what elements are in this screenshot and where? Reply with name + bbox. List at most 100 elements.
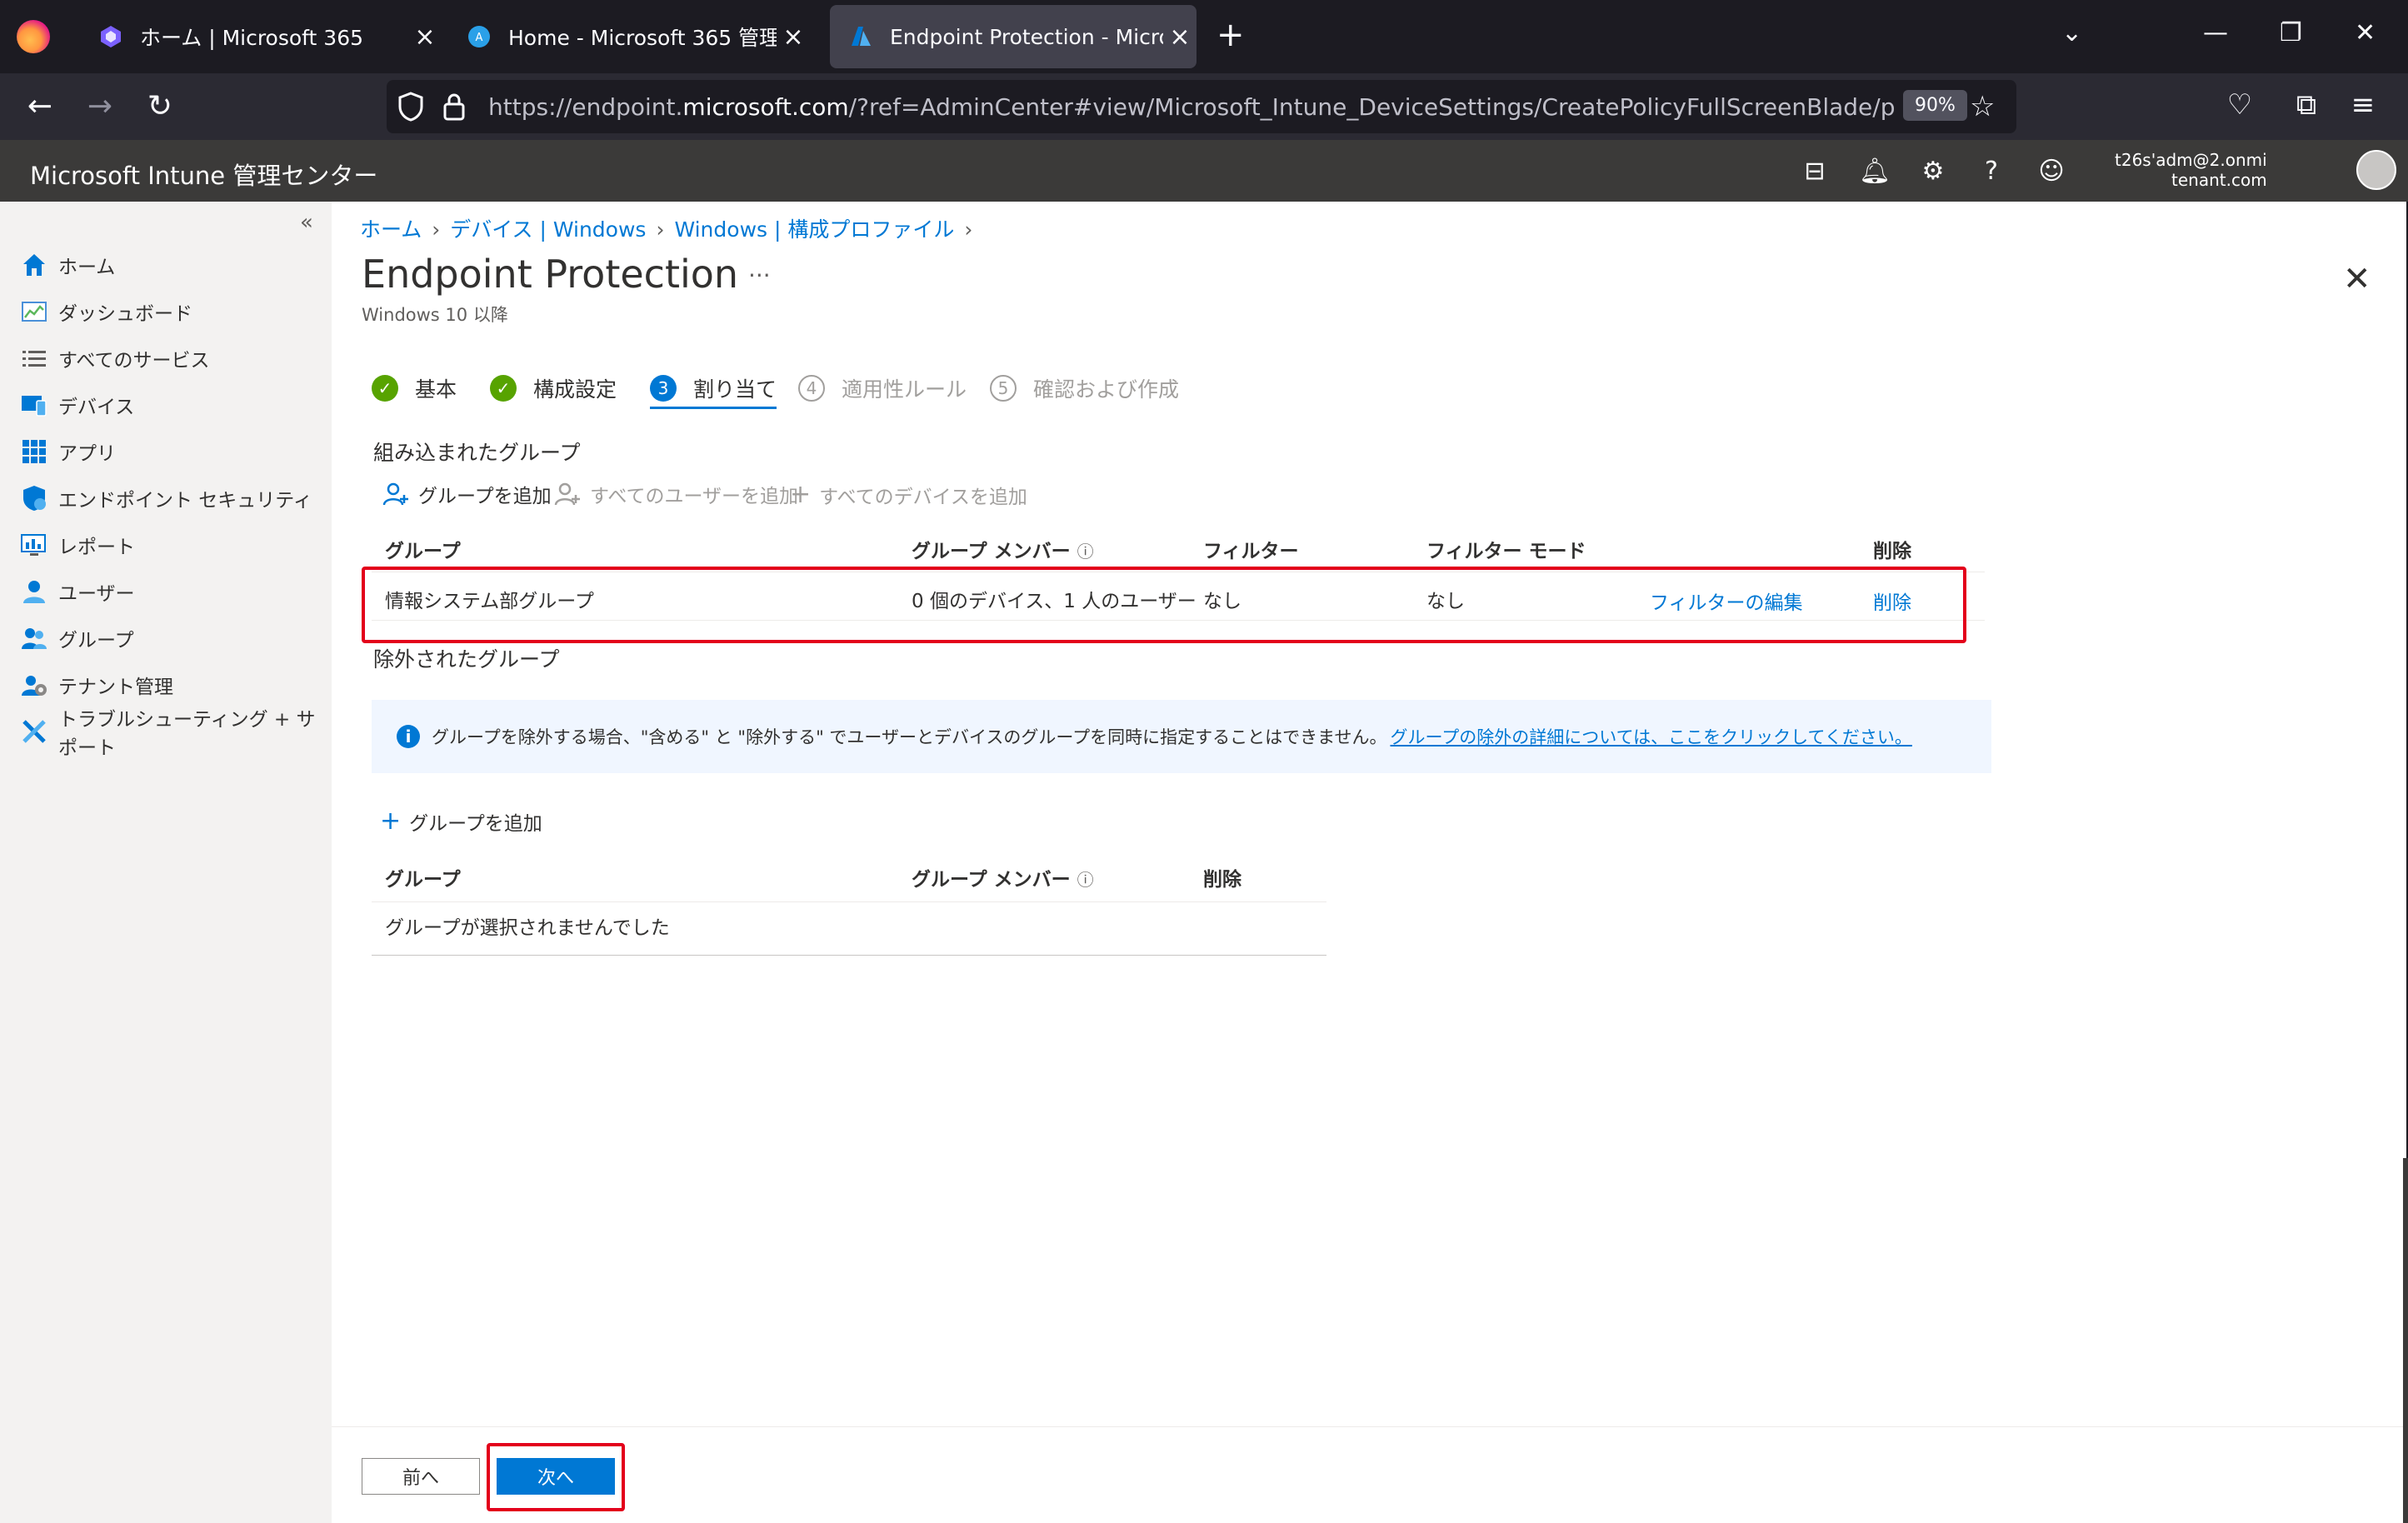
column-header-group[interactable]: グループ (385, 535, 461, 563)
highlight-box (362, 567, 1966, 643)
tab-title: Endpoint Protection - Microsoft (890, 24, 1163, 49)
avatar[interactable] (2356, 150, 2396, 190)
info-icon[interactable]: ⓘ (1077, 870, 1094, 890)
close-window-button[interactable]: ✕ (2355, 18, 2376, 47)
user-icon (23, 581, 45, 603)
plus-icon: + (790, 480, 812, 509)
step-number: 4 (798, 375, 825, 402)
url-text[interactable]: https://endpoint.microsoft.com/?ref=Admi… (488, 93, 1896, 121)
feedback-icon[interactable]: ☺ (2035, 155, 2068, 188)
lock-icon[interactable] (442, 92, 467, 122)
bookmark-star-icon[interactable]: ☆ (1970, 90, 1995, 123)
breadcrumb-home[interactable]: ホーム (360, 217, 422, 242)
close-icon[interactable]: ✕ (2343, 260, 2371, 298)
step-assignments[interactable]: 3 割り当て (650, 373, 777, 409)
feedback-portal-icon[interactable]: ⊟ (1798, 155, 1831, 188)
info-icon[interactable]: ⓘ (1077, 542, 1094, 562)
scrollbar[interactable] (2403, 1158, 2408, 1523)
more-options-icon[interactable]: ··· (748, 262, 771, 289)
account-info[interactable]: t26s'adm@2.onmi tenant.com (2115, 150, 2267, 190)
breadcrumb-config-profiles[interactable]: Windows | 構成プロファイル (674, 217, 954, 242)
divider (372, 901, 1326, 902)
group-icon (22, 628, 47, 649)
menu-icon[interactable]: ≡ (2345, 88, 2381, 122)
step-applicability-rules[interactable]: 4 適用性ルール (798, 373, 967, 403)
step-basics[interactable]: ✓ 基本 (372, 373, 457, 403)
sidebar-item-home[interactable]: ホーム (20, 247, 115, 283)
maximize-button[interactable]: ❐ (2280, 18, 2302, 47)
app-name[interactable]: Microsoft Intune 管理センター (30, 157, 377, 192)
divider (372, 955, 1326, 956)
column-header-remove[interactable]: 削除 (1873, 535, 1911, 563)
report-icon (21, 534, 46, 556)
exclusion-details-link[interactable]: グループの除外の詳細については、ここをクリックしてください。 (1390, 724, 1911, 749)
pocket-icon[interactable]: ♡ (2221, 88, 2258, 122)
step-review-create[interactable]: 5 確認および作成 (990, 373, 1179, 403)
sidebar-item-tenant-admin[interactable]: テナント管理 (20, 667, 173, 703)
help-icon[interactable]: ? (1975, 155, 2008, 188)
svg-text:A: A (476, 32, 483, 44)
tab-admin-center[interactable]: A Home - Microsoft 365 管理セン × (448, 5, 810, 68)
tab-microsoft-365[interactable]: ホーム | Microsoft 365 × (80, 5, 442, 68)
page-subtitle: Windows 10 以降 (362, 305, 508, 325)
back-icon[interactable]: ← (22, 88, 58, 125)
add-excluded-group-button[interactable]: + グループを追加 (380, 806, 542, 836)
column-header-filter[interactable]: フィルター (1203, 535, 1299, 563)
add-all-users-button[interactable]: すべてのユーザーを追加 (553, 480, 798, 508)
home-icon (23, 254, 45, 276)
wrench-icon (22, 720, 46, 743)
dashboard-icon (22, 302, 47, 322)
sidebar-item-dashboard[interactable]: ダッシュボード (20, 293, 192, 330)
previous-button[interactable]: 前へ (362, 1458, 480, 1495)
step-config-settings[interactable]: ✓ 構成設定 (490, 373, 617, 403)
sidebar-item-users[interactable]: ユーザー (20, 573, 135, 610)
add-group-button[interactable]: グループを追加 (382, 480, 552, 508)
sidebar-item-devices[interactable]: デバイス (20, 387, 134, 423)
column-header-members[interactable]: グループ メンバー ⓘ (912, 535, 1094, 563)
bell-icon[interactable]: 🔔︎ (1858, 155, 1891, 188)
chevron-right-icon: › (656, 217, 665, 242)
sidebar-item-reports[interactable]: レポート (20, 527, 135, 563)
sidebar-item-all-services[interactable]: すべてのサービス (20, 340, 209, 377)
reload-icon[interactable]: ↻ (142, 88, 178, 125)
forward-icon[interactable]: → (82, 88, 118, 125)
shield-icon (23, 486, 46, 511)
browser-tab-bar: ホーム | Microsoft 365 × A Home - Microsoft… (0, 0, 2408, 73)
tab-endpoint-protection[interactable]: Endpoint Protection - Microsoft × (830, 5, 1197, 68)
add-all-devices-button[interactable]: + すべてのデバイスを追加 (790, 480, 1027, 509)
sidebar-item-apps[interactable]: アプリ (20, 433, 116, 470)
device-icon (22, 396, 47, 417)
zoom-level[interactable]: 90% (1903, 90, 1967, 121)
plus-icon: + (380, 806, 402, 836)
close-tab-icon[interactable]: × (408, 22, 442, 52)
apps-icon (22, 440, 46, 463)
gear-icon[interactable]: ⚙ (1916, 155, 1950, 188)
chevron-right-icon: › (432, 217, 441, 242)
extensions-icon[interactable]: ⧉ (2288, 88, 2325, 122)
tab-title: Home - Microsoft 365 管理セン (508, 26, 777, 50)
address-bar[interactable]: https://endpoint.microsoft.com/?ref=Admi… (387, 80, 2016, 133)
column-header-members[interactable]: グループ メンバー ⓘ (912, 863, 1094, 891)
sidebar-item-endpoint-security[interactable]: エンドポイント セキュリティ (20, 480, 312, 517)
sidebar-item-troubleshooting[interactable]: トラブルシューティング + サポート (20, 709, 332, 759)
firefox-icon[interactable] (17, 20, 50, 53)
list-all-tabs-icon[interactable]: ⌄ (2061, 18, 2082, 47)
new-tab-button[interactable]: + (1216, 17, 1245, 53)
breadcrumb-devices[interactable]: デバイス | Windows (450, 217, 646, 242)
minimize-button[interactable]: — (2203, 18, 2228, 47)
step-number: 3 (650, 375, 677, 402)
close-tab-icon[interactable]: × (777, 22, 810, 52)
breadcrumb: ホーム › デバイス | Windows › Windows | 構成プロファイル › (360, 213, 982, 243)
azure-icon (852, 27, 871, 46)
column-header-filter-mode[interactable]: フィルター モード (1426, 535, 1586, 563)
column-header-remove[interactable]: 削除 (1203, 863, 1241, 891)
check-icon: ✓ (372, 375, 398, 402)
shield-icon[interactable] (397, 92, 425, 122)
sidebar-item-groups[interactable]: グループ (20, 620, 134, 657)
close-tab-icon[interactable]: × (1163, 22, 1197, 52)
app-header: Microsoft Intune 管理センター ⊟ 🔔︎ ⚙ ? ☺ t26s'… (0, 140, 2408, 202)
empty-groups-text: グループが選択されませんでした (385, 917, 670, 939)
collapse-nav-icon[interactable]: « (300, 210, 313, 235)
excluded-groups-title: 除外されたグループ (373, 647, 560, 672)
column-header-group[interactable]: グループ (385, 863, 461, 891)
